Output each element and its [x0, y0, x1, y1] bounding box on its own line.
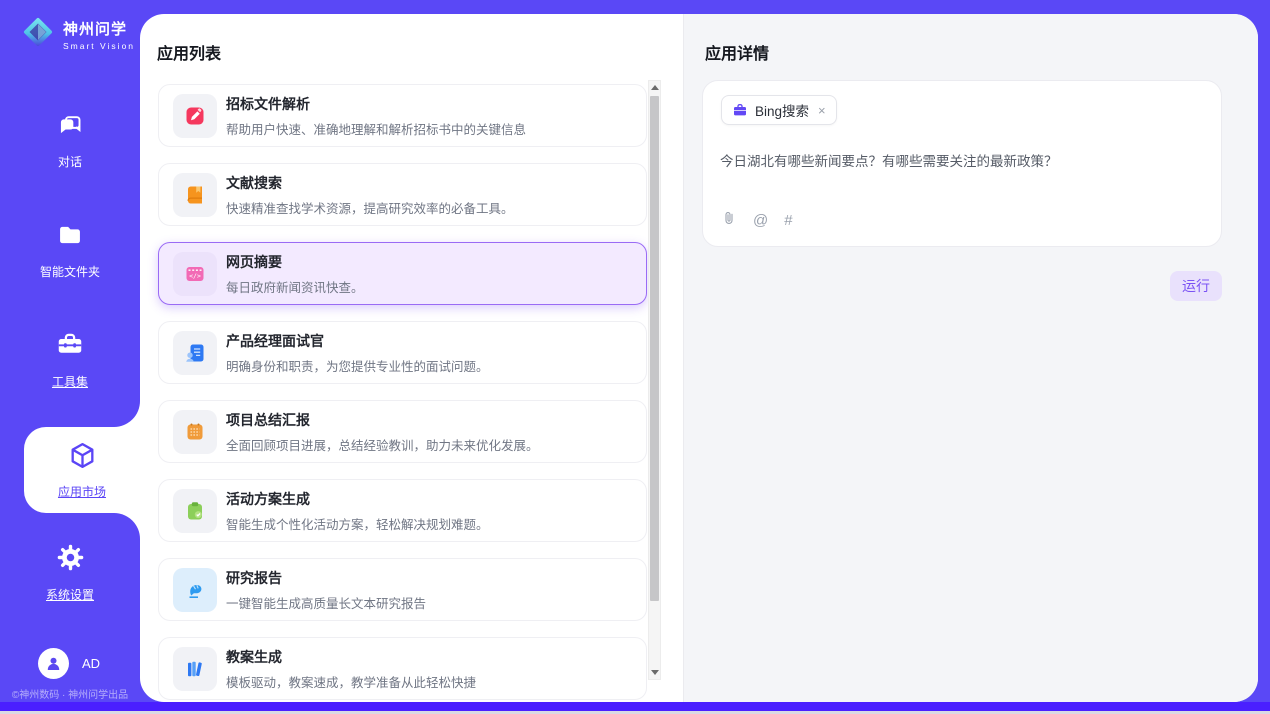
list-item-lesson-plan[interactable]: 教案生成 模板驱动，教案速成，教学准备从此轻松快捷: [158, 637, 647, 700]
scroll-down-button[interactable]: [649, 666, 660, 679]
app-list: 招标文件解析 帮助用户快速、准确地理解和解析招标书中的关键信息 文献搜索 快速精…: [158, 84, 647, 700]
app-desc: 全面回顾项目进展，总结经验教训，助力未来优化发展。: [226, 435, 539, 454]
main-panel: 应用列表 应用详情 招标文件解析 帮助用户快速、准确地理解和解析招标书中的关键信…: [140, 14, 1258, 702]
svg-text:</>: </>: [189, 272, 201, 280]
triangle-down-icon: [651, 670, 659, 675]
brand-subtitle: Smart Vision: [63, 41, 135, 51]
sidebar-item-label: 应用市场: [58, 483, 106, 500]
sidebar-footer: ©神州数码 · 神州问学出品: [0, 686, 140, 701]
triangle-up-icon: [651, 85, 659, 90]
list-item-project-summary[interactable]: 项目总结汇报 全面回顾项目进展，总结经验教训，助力未来优化发展。: [158, 400, 647, 463]
app-name: 招标文件解析: [226, 94, 526, 114]
app-name: 文献搜索: [226, 173, 514, 193]
list-item-web-summary[interactable]: </> 网页摘要 每日政府新闻资讯快查。: [158, 242, 647, 305]
list-item-research-report[interactable]: 研究报告 一键智能生成高质量长文本研究报告: [158, 558, 647, 621]
brand-name: 神州问学: [63, 18, 135, 39]
brand-logo-icon: [20, 14, 56, 55]
chat-icon: [57, 112, 84, 144]
avatar: [38, 648, 69, 679]
app-list-title: 应用列表: [157, 40, 221, 64]
scrollbar-thumb[interactable]: [650, 96, 659, 601]
folder-icon: [56, 221, 84, 254]
sidebar-item-label: 智能文件夹: [40, 263, 100, 280]
list-item-literature-search[interactable]: 文献搜索 快速精准查找学术资源，提高研究效率的必备工具。: [158, 163, 647, 226]
list-item-activity-plan[interactable]: 活动方案生成 智能生成个性化活动方案，轻松解决规划难题。: [158, 479, 647, 542]
app-desc: 每日政府新闻资讯快查。: [226, 277, 364, 296]
run-button[interactable]: 运行: [1170, 271, 1222, 301]
research-report-icon: [173, 568, 217, 612]
scroll-up-button[interactable]: [649, 81, 660, 94]
user-account[interactable]: AD: [38, 648, 100, 679]
sidebar-item-app-market[interactable]: 应用市场: [24, 427, 140, 513]
prompt-input[interactable]: 今日湖北有哪些新闻要点？有哪些需要关注的最新政策？: [720, 152, 1200, 172]
app-window: 神州问学 Smart Vision 对话 智能文件夹: [0, 0, 1270, 702]
app-name: 项目总结汇报: [226, 410, 539, 430]
lesson-plan-icon: [173, 647, 217, 691]
person-icon: [44, 654, 63, 673]
sidebar-item-smart-folder[interactable]: 智能文件夹: [0, 221, 140, 280]
literature-search-icon: [173, 173, 217, 217]
chip-close-icon[interactable]: ×: [818, 104, 826, 117]
brand: 神州问学 Smart Vision: [20, 14, 135, 55]
app-detail-title: 应用详情: [705, 40, 769, 64]
toolbox-icon: [55, 329, 85, 364]
sidebar-item-settings[interactable]: 系统设置: [0, 543, 140, 603]
bubble-fillet-bottom: [114, 513, 140, 539]
briefcase-icon: [732, 102, 748, 118]
app-desc: 模板驱动，教案速成，教学准备从此轻松快捷: [226, 672, 476, 691]
project-summary-icon: [173, 410, 217, 454]
pm-interviewer-icon: [173, 331, 217, 375]
app-name: 研究报告: [226, 568, 426, 588]
user-initials: AD: [82, 656, 100, 671]
input-toolbar: @ #: [721, 209, 793, 232]
app-desc: 明确身份和职责，为您提供专业性的面试问题。: [226, 356, 489, 375]
prompt-card: Bing搜索 × 今日湖北有哪些新闻要点？有哪些需要关注的最新政策？ @ #: [702, 80, 1222, 247]
app-name: 活动方案生成: [226, 489, 489, 509]
sidebar: 神州问学 Smart Vision 对话 智能文件夹: [0, 0, 140, 702]
app-desc: 快速精准查找学术资源，提高研究效率的必备工具。: [226, 198, 514, 217]
app-name: 教案生成: [226, 647, 476, 667]
sidebar-item-toolset[interactable]: 工具集: [0, 329, 140, 390]
tool-chip-bing-search[interactable]: Bing搜索 ×: [721, 95, 837, 125]
sidebar-item-label: 工具集: [52, 373, 88, 390]
app-name: 产品经理面试官: [226, 331, 489, 351]
list-item-pm-interviewer[interactable]: 产品经理面试官 明确身份和职责，为您提供专业性的面试问题。: [158, 321, 647, 384]
bottom-accent-bar: [0, 702, 1270, 711]
app-name: 网页摘要: [226, 252, 364, 272]
tool-chip-label: Bing搜索: [755, 100, 809, 120]
app-desc: 智能生成个性化活动方案，轻松解决规划难题。: [226, 514, 489, 533]
gear-icon: [56, 543, 85, 577]
app-desc: 帮助用户快速、准确地理解和解析招标书中的关键信息: [226, 119, 526, 138]
sidebar-item-label: 系统设置: [46, 586, 94, 603]
web-summary-icon: </>: [173, 252, 217, 296]
cube-icon: [67, 440, 98, 476]
sidebar-item-label: 对话: [58, 153, 82, 170]
bid-parse-icon: [173, 94, 217, 138]
list-scrollbar[interactable]: [648, 80, 661, 680]
app-desc: 一键智能生成高质量长文本研究报告: [226, 593, 426, 612]
bubble-fillet-top: [114, 401, 140, 427]
list-item-bid-parse[interactable]: 招标文件解析 帮助用户快速、准确地理解和解析招标书中的关键信息: [158, 84, 647, 147]
hashtag-icon[interactable]: #: [784, 212, 792, 229]
mention-icon[interactable]: @: [753, 212, 768, 229]
sidebar-item-chat[interactable]: 对话: [0, 112, 140, 170]
attach-file-icon[interactable]: [721, 209, 737, 232]
activity-plan-icon: [173, 489, 217, 533]
